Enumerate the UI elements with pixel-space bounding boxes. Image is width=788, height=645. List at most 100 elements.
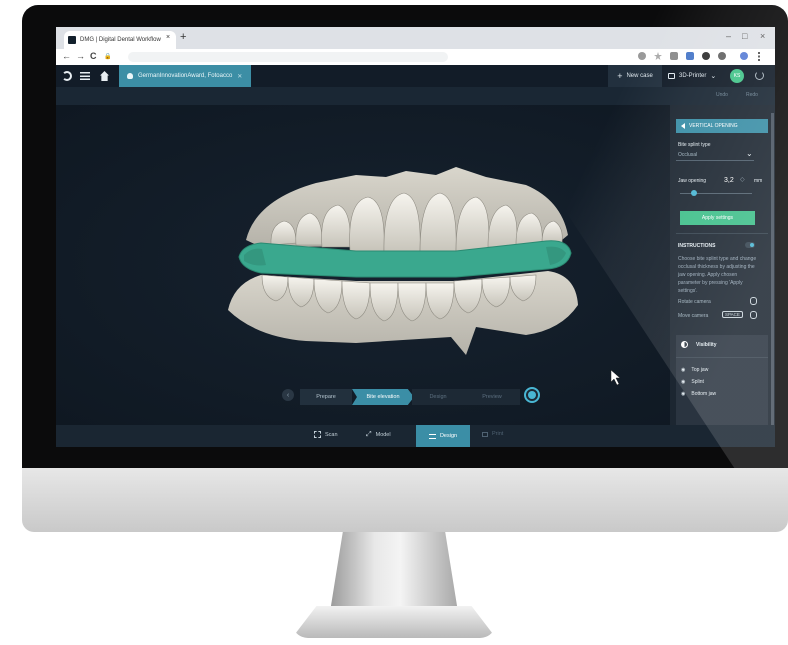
mouse-cursor-icon — [610, 369, 621, 386]
rotate-camera-label: Rotate camera — [678, 299, 711, 305]
menu-dots-icon[interactable] — [758, 52, 760, 61]
tab-model-label: Model — [375, 432, 391, 438]
extension-icon[interactable] — [686, 52, 694, 60]
eye-icon: ◉ — [681, 379, 686, 385]
jaw-opening-unit: mm — [754, 178, 763, 184]
stepper-icon[interactable]: ◇ — [740, 176, 745, 183]
step-prepare[interactable]: Prepare — [300, 389, 352, 405]
browser-tab-title: DMG | Digital Dental Workflow — [80, 37, 161, 43]
bite-splint-select[interactable]: Occlusal ⌄ — [676, 149, 754, 161]
close-tab-icon[interactable]: × — [166, 34, 170, 41]
close-case-icon[interactable]: ✕ — [237, 73, 242, 80]
extension-icon[interactable] — [702, 52, 710, 60]
refresh-icon[interactable] — [755, 71, 764, 80]
panel-title: VERTICAL OPENING — [689, 123, 738, 129]
home-icon[interactable] — [100, 71, 109, 81]
case-tab[interactable]: GermanInnovationAward, Fotoacco ✕ — [119, 65, 251, 87]
step-preview[interactable]: Preview — [464, 389, 520, 405]
move-camera-label: Move camera — [678, 313, 709, 319]
new-case-button[interactable]: + New case — [608, 65, 662, 87]
tab-design-label: Design — [439, 433, 458, 439]
maximize-button[interactable]: □ — [742, 31, 747, 41]
visibility-title: Visibility — [696, 342, 717, 348]
previous-step-button[interactable]: ‹ — [282, 389, 294, 401]
extension-icon[interactable] — [718, 52, 726, 60]
eye-icon: ◉ — [681, 367, 686, 373]
next-arrow-icon — [528, 391, 536, 399]
visibility-icon — [681, 341, 688, 348]
minimize-button[interactable]: – — [726, 31, 731, 41]
model-icon: ⤢ — [366, 431, 372, 438]
browser-tab-bar: DMG | Digital Dental Workflow × + – □ × — [56, 27, 775, 49]
browser-toolbar: ← → C 🔒 — [56, 49, 775, 65]
dental-model — [228, 167, 621, 386]
back-icon[interactable]: ← — [62, 51, 71, 61]
settings-panel: VERTICAL OPENING Bite splint type Occlus… — [670, 105, 775, 431]
extension-icon[interactable] — [670, 52, 678, 60]
mouse-right-icon — [750, 311, 757, 319]
star-icon[interactable] — [654, 52, 662, 60]
printer-icon — [668, 73, 675, 79]
visibility-item-top-jaw[interactable]: ◉ Top jaw — [681, 367, 708, 373]
print-icon — [482, 431, 488, 437]
bite-splint-value: Occlusal — [678, 152, 698, 158]
bottom-tab-bar: Scan ⤢ Model Design Print — [56, 425, 775, 447]
plus-icon: + — [617, 71, 623, 81]
close-window-button[interactable]: × — [760, 31, 765, 41]
visibility-item-label: Bottom jaw — [691, 391, 717, 397]
new-case-label: New case — [626, 73, 653, 79]
tab-print[interactable]: Print — [482, 431, 503, 437]
profile-icon[interactable] — [740, 52, 748, 60]
instructions-text: Choose bite splint type and change occlu… — [678, 256, 757, 294]
scrollbar[interactable] — [771, 113, 774, 425]
undo-button[interactable]: Undo — [716, 92, 728, 98]
instructions-title: INSTRUCTIONS — [678, 243, 716, 249]
zoom-icon[interactable] — [638, 52, 646, 60]
visibility-item-label: Splint — [691, 379, 704, 385]
eye-icon: ◉ — [681, 391, 686, 397]
visibility-item-label: Top jaw — [691, 367, 709, 373]
tab-design[interactable]: Design — [416, 425, 470, 447]
reload-icon[interactable]: C — [90, 51, 97, 61]
slider-handle[interactable] — [691, 190, 698, 196]
lock-icon: 🔒 — [104, 54, 112, 60]
monitor-stand-neck — [330, 532, 458, 612]
3d-viewport[interactable]: ‹ Prepare Bite elevation Design Preview — [56, 105, 670, 425]
tab-scan[interactable]: Scan — [314, 431, 338, 438]
chevron-down-icon: ⌄ — [746, 149, 753, 158]
design-icon — [428, 433, 436, 439]
step-design[interactable]: Design — [412, 389, 464, 405]
instructions-toggle[interactable] — [745, 242, 755, 248]
forward-icon[interactable]: → — [76, 51, 85, 61]
browser-tab[interactable]: DMG | Digital Dental Workflow × — [64, 31, 176, 49]
panel-header: VERTICAL OPENING — [676, 119, 768, 133]
tab-scan-label: Scan — [325, 431, 338, 438]
address-bar[interactable] — [128, 52, 448, 62]
vertical-opening-icon — [681, 123, 685, 129]
tab-print-label: Print — [492, 431, 504, 437]
divider — [676, 233, 768, 234]
step-bite-elevation[interactable]: Bite elevation — [352, 389, 414, 405]
new-tab-button[interactable]: + — [180, 31, 186, 43]
visibility-item-splint[interactable]: ◉ Splint — [681, 379, 704, 385]
apply-settings-button[interactable]: Apply settings — [680, 211, 755, 225]
scan-icon — [314, 431, 321, 438]
next-step-button[interactable] — [524, 387, 540, 403]
visibility-item-bottom-jaw[interactable]: ◉ Bottom jaw — [681, 391, 716, 397]
chevron-down-icon: ⌄ — [710, 73, 717, 80]
sub-toolbar: Undo Redo — [56, 87, 775, 105]
tab-model[interactable]: ⤢ Model — [366, 431, 391, 439]
mouse-left-icon — [750, 297, 757, 305]
space-key-badge: SPACE — [722, 311, 743, 318]
jaw-opening-input[interactable]: 3,2 — [724, 177, 752, 184]
redo-button[interactable]: Redo — [746, 92, 758, 98]
jaw-opening-label: Jaw opening — [678, 178, 707, 184]
user-icon — [127, 73, 133, 79]
printer-dropdown[interactable]: 3D-Printer ⌄ — [668, 65, 728, 87]
monitor-stand-foot — [292, 606, 496, 638]
divider — [676, 357, 768, 358]
avatar[interactable]: KS — [730, 69, 744, 83]
visibility-section: Visibility ◉ Top jaw ◉ Splint ◉ Bottom j… — [676, 335, 768, 431]
hamburger-menu-icon[interactable] — [80, 72, 90, 80]
case-tab-label: GermanInnovationAward, Fotoacco — [138, 73, 233, 79]
